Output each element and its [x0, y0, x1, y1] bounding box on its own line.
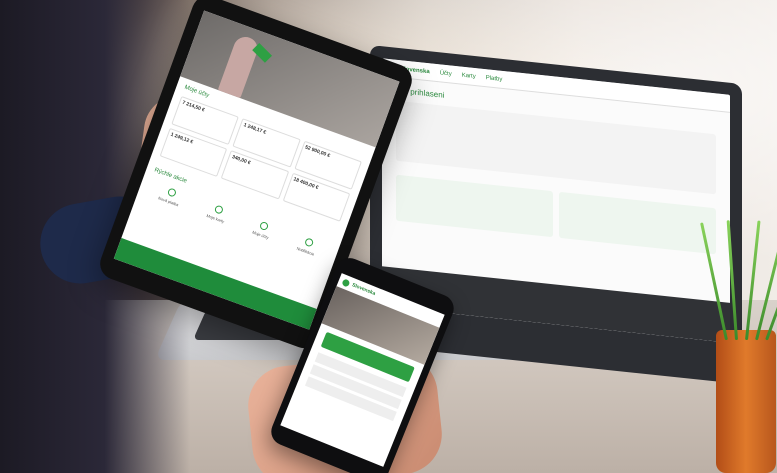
laptop-tile[interactable]	[559, 191, 716, 255]
quick-action[interactable]: Moje účty	[252, 219, 274, 240]
quick-action-label: Nová platba	[157, 195, 180, 208]
hero-accent	[252, 43, 273, 63]
laptop-nav-item[interactable]: Účty	[440, 70, 452, 77]
bell-icon	[303, 237, 314, 248]
card-icon	[213, 204, 224, 215]
quick-action[interactable]: Nová platba	[158, 185, 184, 207]
plant-pot	[716, 330, 776, 473]
quick-action[interactable]: Notifikácie	[296, 235, 319, 257]
quick-action-label: Moje účty	[251, 229, 270, 241]
laptop-tile[interactable]	[396, 174, 553, 238]
quick-action[interactable]: Moje karty	[206, 203, 229, 224]
hero-person	[217, 33, 261, 99]
laptop-nav-item[interactable]: Platby	[486, 75, 503, 83]
quick-action-label: Notifikácie	[296, 245, 316, 257]
laptop-nav-item[interactable]: Karty	[462, 72, 476, 79]
quick-action-label: Moje karty	[205, 212, 225, 224]
wallet-icon	[258, 220, 269, 232]
photo-scene: Slovenska Účty Karty Platby Ste prihlase…	[0, 0, 777, 473]
brand-logo-icon	[341, 277, 351, 288]
payment-icon	[166, 187, 177, 198]
